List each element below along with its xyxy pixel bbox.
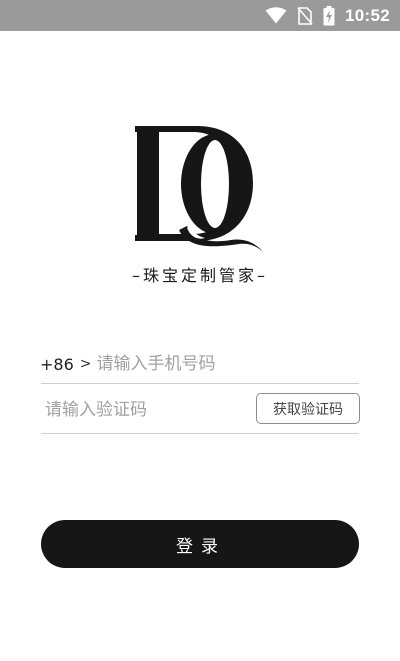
divider [41,383,359,384]
phone-input[interactable] [96,354,317,374]
code-row: 获取验证码 [45,392,360,428]
divider [41,433,359,434]
chevron-right-icon[interactable]: > [80,356,92,372]
phone-row: +86 > [40,346,359,382]
wifi-icon [265,7,287,24]
status-bar: 10:52 [0,0,400,31]
battery-charging-icon [323,5,335,26]
brand-name: –珠宝定制管家– [131,266,268,285]
status-icons: 10:52 [265,0,390,31]
status-time: 10:52 [345,5,390,25]
login-button[interactable]: 登录 [41,520,359,568]
get-code-button[interactable]: 获取验证码 [256,393,360,424]
no-sim-icon [297,6,313,25]
verification-code-input[interactable] [45,400,235,420]
login-screen: 10:52 –珠宝定制管家– +86 > 获取验证码 登录 [0,0,400,661]
brand-logo [135,126,265,254]
country-code-selector[interactable]: +86 [40,355,74,374]
